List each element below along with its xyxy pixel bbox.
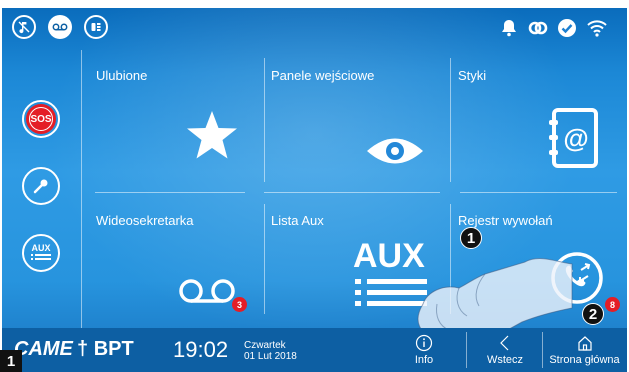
star-icon [187, 111, 237, 159]
bell-icon [497, 16, 521, 40]
grid-divider [264, 204, 265, 314]
clock-date: Czwartek 01 Lut 2018 [244, 340, 297, 362]
bpt-icon: † [77, 338, 89, 360]
intercom-home-screen: SOS AUX Ulubione Panele wejściowe Styki [2, 8, 627, 372]
date-label: 01 Lut 2018 [244, 351, 297, 362]
tile-label: Panele wejściowe [271, 68, 375, 83]
callout-2: 2 [582, 303, 604, 325]
address-book-icon: @ [549, 108, 598, 168]
missed-calls-badge: 8 [605, 297, 620, 312]
grid-divider [460, 192, 617, 193]
back-label: Wstecz [486, 354, 524, 366]
intercom-icon[interactable] [84, 15, 108, 39]
link-icon [526, 16, 550, 40]
key-icon [33, 179, 48, 194]
aux-label: AUX [31, 243, 51, 253]
sos-button[interactable]: SOS [22, 100, 60, 138]
tile-favorites[interactable]: Ulubione [96, 68, 256, 188]
info-label: Info [414, 354, 434, 366]
check-icon [555, 16, 579, 40]
brand-came: CAME [14, 338, 73, 360]
brand-bpt: BPT [93, 338, 134, 360]
voicemail-icon[interactable] [48, 15, 72, 39]
grid-divider [264, 192, 440, 193]
wifi-icon [585, 16, 609, 40]
day-label: Czwartek [244, 340, 286, 351]
home-icon [577, 336, 592, 351]
callout-1: 1 [460, 227, 482, 249]
svg-text:@: @ [563, 123, 588, 153]
bottom-bar: CAME † BPT 19:02 Czwartek 01 Lut 2018 In… [2, 328, 627, 372]
grid-divider [264, 58, 265, 182]
top-status-bar [2, 8, 627, 48]
tile-label: Lista Aux [271, 213, 324, 228]
tile-label: Ulubione [96, 68, 148, 83]
tile-label: Wideosekretarka [96, 213, 194, 228]
home-label: Strona główna [549, 354, 620, 366]
voicemail-icon [179, 279, 235, 303]
tile-contacts[interactable]: Styki @ [458, 68, 618, 188]
bottom-divider [466, 332, 467, 368]
corner-number-label: 1 [0, 350, 22, 372]
do-not-disturb-icon[interactable] [12, 15, 36, 39]
back-arrow-icon [500, 335, 509, 351]
grid-divider [95, 192, 245, 193]
brand-bpt-logo: † BPT [77, 338, 134, 361]
sos-label: SOS [29, 107, 53, 131]
back-button[interactable]: Wstecz [474, 328, 536, 372]
home-button[interactable]: Strona główna [542, 328, 627, 372]
clock-time: 19:02 [173, 337, 229, 362]
grid-divider [450, 58, 451, 182]
eye-icon [367, 138, 423, 164]
info-icon [415, 334, 433, 352]
info-button[interactable]: Info [396, 328, 452, 372]
unread-badge: 3 [232, 297, 247, 312]
sidebar-divider [81, 50, 82, 328]
aux-button[interactable]: AUX [22, 234, 60, 272]
tile-label: Styki [458, 68, 487, 83]
tile-video-secretary[interactable]: Wideosekretarka 3 [96, 213, 256, 323]
aux-icon: AUX [31, 244, 51, 262]
sos-icon: SOS [26, 104, 56, 134]
key-button[interactable] [22, 167, 60, 205]
tile-label: Rejestr wywołań [458, 213, 553, 228]
tile-entrance-panels[interactable]: Panele wejściowe [271, 68, 441, 188]
